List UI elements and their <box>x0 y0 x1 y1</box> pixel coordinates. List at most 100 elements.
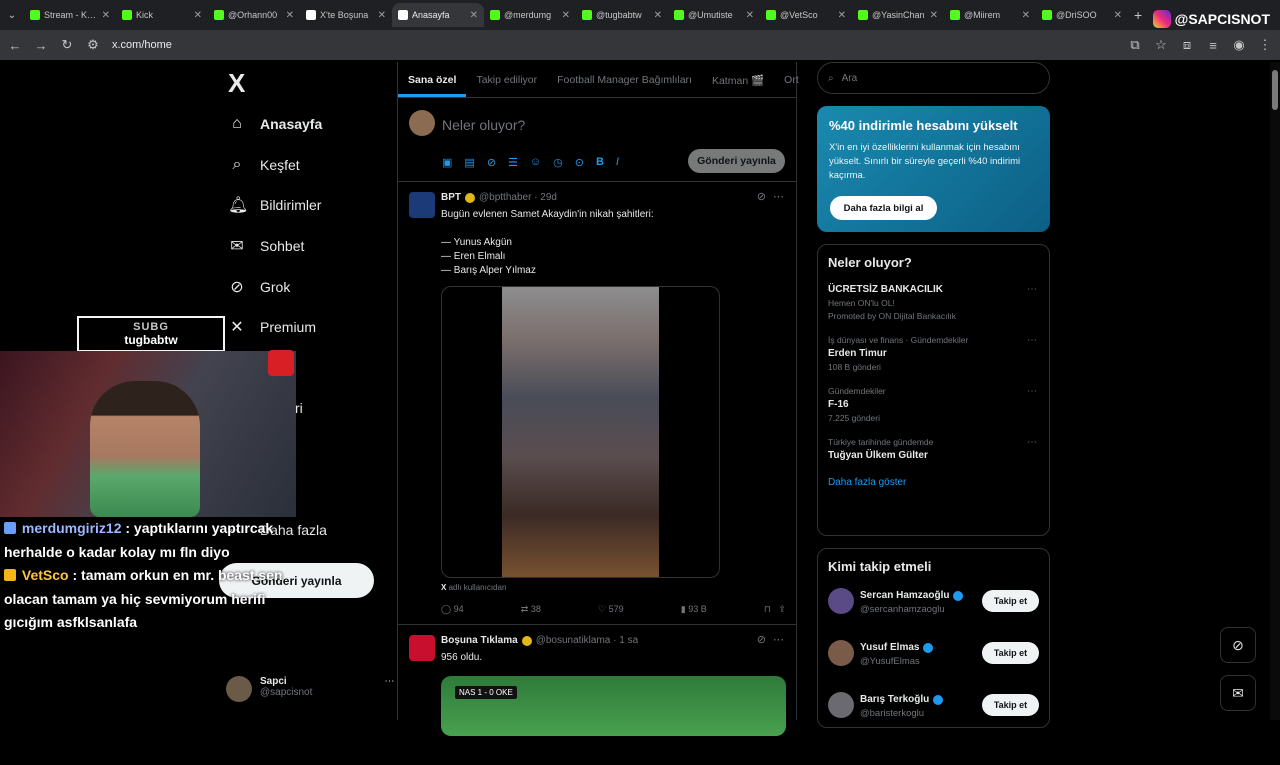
new-tab-button[interactable]: + <box>1134 7 1142 23</box>
more-icon[interactable]: ⋯ <box>773 633 784 646</box>
follow-suggestion[interactable]: Sercan Hamzaoğlu @sercanhamzaoglu Takip … <box>828 580 1039 626</box>
trend-item[interactable]: ÜCRETSİZ BANKACILIK Hemen ON'lu OL! Promot… <box>828 284 1039 321</box>
premium-cta-button[interactable]: Daha fazla bilgi al <box>830 196 937 220</box>
close-icon[interactable]: ✕ <box>746 10 754 21</box>
tweet-video[interactable] <box>441 286 720 578</box>
browser-tab[interactable]: @merdumg ✕ <box>484 3 576 27</box>
follow-suggestion[interactable]: Yusuf Elmas @YusufElmas Takip et <box>828 632 1039 678</box>
tweet-author-handle[interactable]: @bosunatiklama · 1 sa <box>536 635 638 646</box>
nav-item-mail[interactable]: ✉ Sohbet <box>218 226 388 267</box>
retweet-button[interactable]: ⇄ 38 <box>521 604 541 615</box>
more-icon[interactable]: ⋯ <box>773 190 784 203</box>
schedule-icon[interactable]: ◷ <box>553 156 563 169</box>
browser-tab[interactable]: @Umutiste ✕ <box>668 3 760 27</box>
more-icon[interactable]: ⋯ <box>1027 335 1037 346</box>
grok-icon[interactable]: ⊘ <box>757 633 766 646</box>
close-icon[interactable]: ✕ <box>562 10 570 21</box>
close-icon[interactable]: ✕ <box>194 10 202 21</box>
install-icon[interactable]: ⧉ <box>1128 37 1142 53</box>
more-icon[interactable]: ⋯ <box>1027 386 1037 397</box>
browser-tab[interactable]: Kick ✕ <box>116 3 208 27</box>
like-button[interactable]: ♡ 579 <box>598 604 624 615</box>
timeline-tab[interactable]: Sana özel <box>398 62 467 97</box>
x-logo[interactable]: X <box>228 68 388 104</box>
reply-button[interactable]: ◯ 94 <box>441 604 464 615</box>
url-field[interactable]: x.com/home <box>112 39 1116 51</box>
scrollbar-thumb[interactable] <box>1272 70 1278 110</box>
grok-float-button[interactable]: ⊘ <box>1220 627 1256 663</box>
poll-icon[interactable]: ☰ <box>508 156 518 169</box>
grok-icon[interactable]: ⊘ <box>757 190 766 203</box>
trend-item[interactable]: Türkiye tarihinde gündemde Tuğyan Ülkem G… <box>828 437 1039 461</box>
tweet-author-name[interactable]: Boşuna Tıklama <box>441 635 518 646</box>
compose-post-button[interactable]: Gönderi yayınla <box>688 149 785 173</box>
close-icon[interactable]: ✕ <box>286 10 294 21</box>
timeline-tab[interactable]: Takip ediliyor <box>466 62 547 97</box>
grok-icon[interactable]: ⊘ <box>487 156 496 169</box>
bold-icon[interactable]: B <box>596 156 604 169</box>
follow-suggestion[interactable]: Barış Terkoğlu @baristerkoglu Takip et <box>828 684 1039 730</box>
gif-icon[interactable]: ▤ <box>464 156 474 169</box>
show-more-link[interactable]: Daha fazla göster <box>828 477 1039 488</box>
tweet[interactable]: BPT @bptthaber · 29d ⊘ ⋯ Bugün evlenen S… <box>398 182 796 625</box>
follow-button[interactable]: Takip et <box>982 694 1039 716</box>
browser-tab[interactable]: @tugbabtw ✕ <box>576 3 668 27</box>
close-icon[interactable]: ✕ <box>930 10 938 21</box>
scrollbar[interactable] <box>1270 62 1280 720</box>
timeline-tab[interactable]: Katman 🎬 <box>702 62 774 97</box>
italic-icon[interactable]: I <box>616 156 619 169</box>
follow-button[interactable]: Takip et <box>982 590 1039 612</box>
close-icon[interactable]: ✕ <box>654 10 662 21</box>
trend-item[interactable]: İş dünyası ve finans · Gündemdekiler Erde… <box>828 335 1039 372</box>
tweet[interactable]: Boşuna Tıklama @bosunatiklama · 1 sa ⊘ ⋯… <box>398 625 796 765</box>
browser-tab[interactable]: @Orhann00 ✕ <box>208 3 300 27</box>
menu-icon[interactable]: ⋮ <box>1258 37 1272 53</box>
media-icon[interactable]: ≡ <box>1206 38 1220 53</box>
extensions-icon[interactable]: ⧈ <box>1180 37 1194 53</box>
browser-tab[interactable]: @Miirem ✕ <box>944 3 1036 27</box>
follow-button[interactable]: Takip et <box>982 642 1039 664</box>
timeline-tab[interactable]: Ort <box>774 62 809 97</box>
bookmark-icon[interactable]: ⊓ <box>764 604 771 614</box>
reload-icon[interactable]: ↻ <box>60 37 74 53</box>
nav-item-search[interactable]: ⌕ Keşfet <box>218 145 388 186</box>
tweet-author-name[interactable]: BPT <box>441 192 461 203</box>
close-icon[interactable]: ✕ <box>838 10 846 21</box>
browser-tab[interactable]: X'te Boşuna ✕ <box>300 3 392 27</box>
messages-float-button[interactable]: ✉ <box>1220 675 1256 711</box>
close-icon[interactable]: ✕ <box>1114 10 1122 21</box>
profile-icon[interactable]: ◉ <box>1232 37 1246 53</box>
close-icon[interactable]: ✕ <box>470 10 478 21</box>
browser-tab[interactable]: @YasinChan ✕ <box>852 3 944 27</box>
account-switcher[interactable]: Sapci @sapcisnot ⋯ <box>226 676 394 702</box>
emoji-icon[interactable]: ☺ <box>530 156 541 169</box>
close-icon[interactable]: ✕ <box>102 10 110 21</box>
nav-item-x[interactable]: ✕ Premium <box>218 307 388 348</box>
close-icon[interactable]: ✕ <box>378 10 386 21</box>
views-button[interactable]: ▮ 93 B <box>681 604 707 615</box>
back-icon[interactable]: ← <box>8 38 22 53</box>
browser-tab[interactable]: @DriSOO ✕ <box>1036 3 1128 27</box>
tweet-author-handle[interactable]: @bptthaber · 29d <box>479 192 557 203</box>
nav-item-grok[interactable]: ⊘ Grok <box>218 266 388 307</box>
image-icon[interactable]: ▣ <box>442 156 452 169</box>
browser-tab[interactable]: Anasayfa ✕ <box>392 3 484 27</box>
browser-tab[interactable]: @VetSco ✕ <box>760 3 852 27</box>
nav-item-home[interactable]: ⌂ Anasayfa <box>218 104 388 145</box>
timeline-tab[interactable]: Football Manager Bağımlıları <box>547 62 702 97</box>
trend-item[interactable]: Gündemdekiler F-16 7.225 gönderi ⋯ <box>828 386 1039 423</box>
more-icon[interactable]: ⋯ <box>1027 284 1037 295</box>
site-info-icon[interactable]: ⚙ <box>86 37 100 53</box>
location-icon[interactable]: ⊙ <box>575 156 584 169</box>
bookmark-star-icon[interactable]: ☆ <box>1154 37 1168 53</box>
browser-tab[interactable]: Stream - Kick ✕ <box>24 3 116 27</box>
more-icon[interactable]: ⋯ <box>384 676 394 702</box>
more-icon[interactable]: ⋯ <box>1027 437 1037 448</box>
tab-search-icon[interactable]: ⌄ <box>0 10 24 21</box>
tweet-image[interactable]: NAS 1 - 0 OKE <box>441 676 786 736</box>
share-icon[interactable]: ⇪ <box>778 604 786 614</box>
search-input[interactable]: Ara <box>842 73 858 84</box>
nav-item-bell[interactable]: 🔔︎ Bildirimler <box>218 185 388 226</box>
compose-input[interactable]: Neler oluyor? <box>442 117 525 133</box>
close-icon[interactable]: ✕ <box>1022 10 1030 21</box>
